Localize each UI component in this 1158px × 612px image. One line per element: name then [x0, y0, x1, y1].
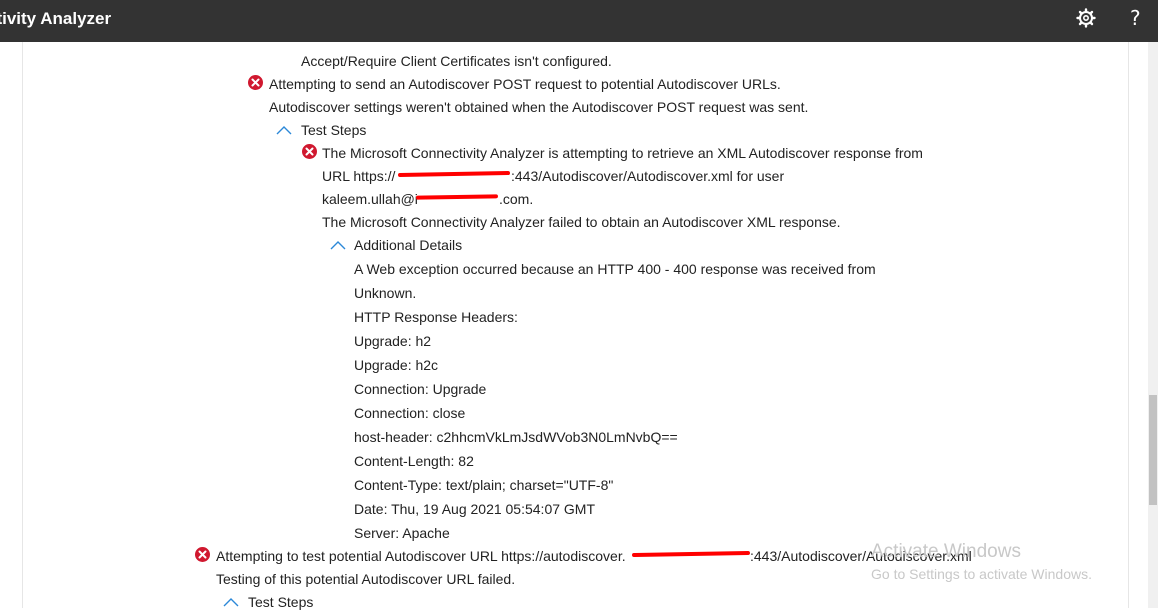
user-suffix: .com.	[499, 191, 534, 207]
result-text: Accept/Require Client Certificates isn't…	[301, 53, 612, 69]
scrollbar-thumb[interactable]	[1149, 395, 1157, 505]
detail-line: Content-Length: 82	[354, 453, 474, 469]
additional-details-toggle[interactable]: Additional Details	[354, 236, 462, 254]
error-icon	[248, 75, 263, 90]
results-panel	[0, 42, 1148, 608]
result-text: Testing of this potential Autodiscover U…	[216, 571, 516, 587]
result-title: Attempting to send an Autodiscover POST …	[269, 76, 781, 92]
chevron-up-icon[interactable]	[330, 237, 346, 250]
user-prefix: kaleem.ullah@i	[322, 191, 418, 207]
activate-windows-title: Activate Windows	[871, 541, 1021, 562]
detail-line: host-header: c2hhcmVkLmJsdWVob3N0LmNvbQ=…	[354, 429, 678, 445]
detail-line: Server: Apache	[354, 525, 450, 541]
detail-line: Connection: Upgrade	[354, 381, 487, 397]
detail-line: Content-Type: text/plain; charset="UTF-8…	[354, 477, 614, 493]
app-title: ctivity Analyzer	[0, 9, 112, 28]
detail-line: Connection: close	[354, 405, 466, 421]
detail-line: Unknown.	[354, 285, 417, 301]
result-title: Attempting to test potential Autodiscove…	[216, 548, 626, 564]
error-icon	[195, 547, 210, 562]
detail-line: A Web exception occurred because an HTTP…	[354, 261, 876, 277]
error-icon	[302, 144, 317, 159]
gear-icon[interactable]	[1075, 7, 1097, 29]
detail-line: HTTP Response Headers:	[354, 309, 518, 325]
result-text: The Microsoft Connectivity Analyzer fail…	[322, 214, 841, 230]
top-bar: ctivity Analyzer ?	[0, 0, 1158, 42]
url-suffix: :443/Autodiscover/Autodiscover.xml for u…	[511, 168, 785, 184]
panel-border-left	[22, 42, 23, 608]
panel-border-right	[1128, 42, 1129, 608]
activate-windows-subtitle: Go to Settings to activate Windows.	[871, 566, 1092, 582]
scrollbar-track[interactable]	[1148, 42, 1158, 608]
detail-line: Upgrade: h2c	[354, 357, 439, 373]
url-prefix: URL https://	[322, 168, 396, 184]
test-steps-toggle[interactable]: Test Steps	[301, 121, 366, 139]
result-text: Autodiscover settings weren't obtained w…	[269, 99, 809, 115]
detail-line: Upgrade: h2	[354, 333, 432, 349]
detail-line: Date: Thu, 19 Aug 2021 05:54:07 GMT	[354, 501, 596, 517]
test-steps-toggle[interactable]: Test Steps	[248, 593, 313, 611]
help-button[interactable]: ?	[1130, 6, 1141, 30]
chevron-up-icon[interactable]	[276, 122, 292, 135]
chevron-up-icon[interactable]	[223, 594, 239, 607]
result-title: The Microsoft Connectivity Analyzer is a…	[322, 145, 923, 161]
